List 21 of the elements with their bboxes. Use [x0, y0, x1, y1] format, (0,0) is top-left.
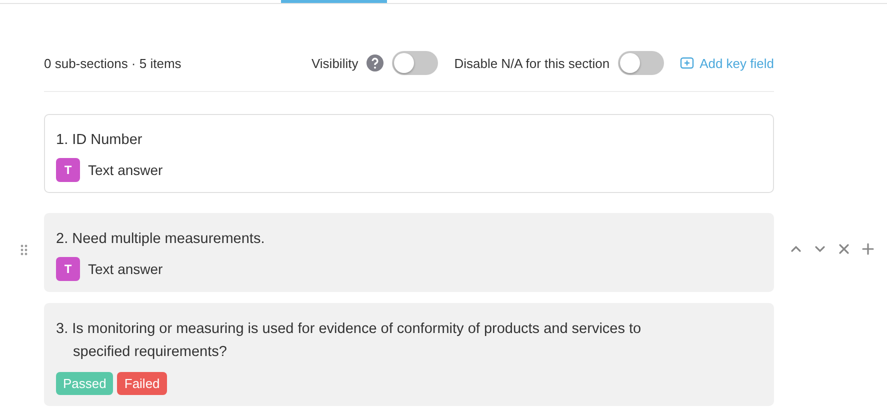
answer-type-label: Text answer [88, 261, 163, 277]
toggle-switch[interactable] [618, 51, 664, 75]
response-tag: Passed [56, 372, 114, 395]
question-title: 2. Need multiple measurements. [56, 230, 266, 249]
help-icon[interactable] [366, 54, 384, 72]
toggle-label: Visibility [311, 56, 358, 70]
add-box-icon [680, 57, 694, 69]
add-icon[interactable] [860, 241, 876, 257]
toggle-label: Disable N/A for this section [454, 56, 610, 70]
text-type-icon: T [56, 158, 80, 182]
text-type-icon: T [56, 257, 80, 281]
response-tag: Failed [117, 372, 167, 395]
question-card[interactable]: 2. Need multiple measurements. T Text answer [44, 213, 774, 292]
drag-handle-icon[interactable] [20, 244, 28, 256]
question-title: 3. Is monitoring or measuring is used for evidence of conformity of products and services to specified requirements? [56, 320, 642, 362]
answer-type-label: Text answer [88, 162, 163, 178]
toggle-switch[interactable] [392, 51, 438, 75]
question-card[interactable]: 3. Is monitoring or measuring is used for evidence of conformity of products and services to specified requirements? Passed Failed [44, 303, 774, 406]
section-summary: 0 sub-sections · 5 items [44, 56, 182, 70]
question-card[interactable]: 1. ID Number T Text answer [44, 114, 774, 193]
question-title: 1. ID Number [56, 131, 144, 150]
